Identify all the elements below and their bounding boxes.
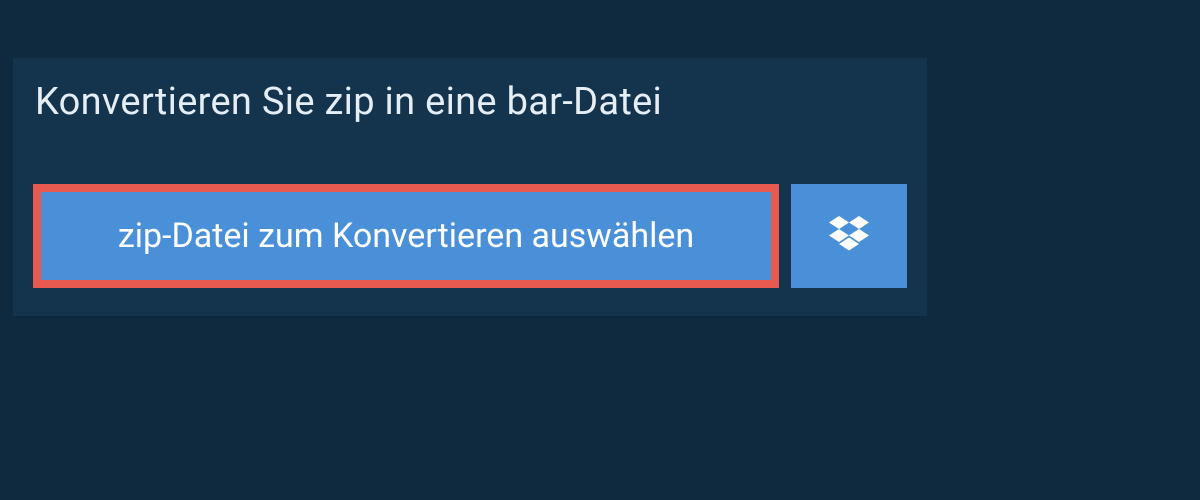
action-button-row: zip-Datei zum Konvertieren auswählen [33,184,907,288]
dropbox-button[interactable] [791,184,907,288]
select-file-button-label: zip-Datei zum Konvertieren auswählen [118,216,694,256]
page-title: Konvertieren Sie zip in eine bar-Datei [13,58,753,124]
title-bar: Konvertieren Sie zip in eine bar-Datei [13,58,753,142]
select-file-button[interactable]: zip-Datei zum Konvertieren auswählen [33,184,779,288]
dropbox-icon [829,216,869,256]
